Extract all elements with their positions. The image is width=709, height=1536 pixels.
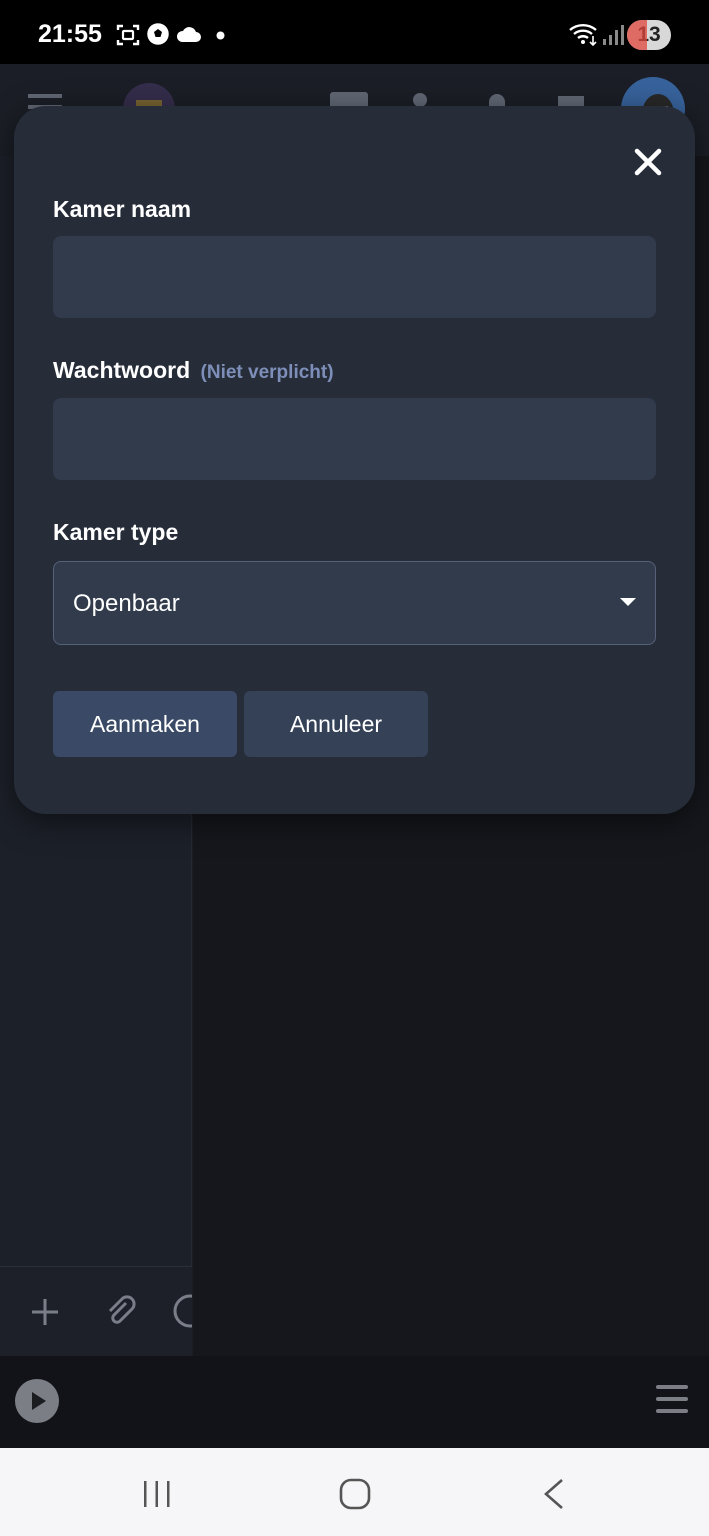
room-name-label: Kamer naam (53, 196, 192, 222)
chevron-down-icon (620, 598, 636, 606)
hamburger-menu-icon[interactable] (656, 1384, 690, 1414)
soccer-ball-icon (146, 22, 170, 46)
create-button[interactable]: Aanmaken (53, 691, 237, 757)
room-type-label: Kamer type (53, 519, 179, 545)
attachment-icon[interactable] (102, 1293, 138, 1329)
password-label: Wachtwoord (Niet verplicht) (53, 357, 334, 383)
create-room-modal: Kamer naam Wachtwoord (Niet verplicht) K… (14, 106, 695, 814)
home-icon[interactable] (339, 1478, 371, 1510)
dot-icon (216, 31, 225, 40)
room-type-select[interactable]: Openbaar (53, 561, 656, 645)
app-bottom-bar (0, 1356, 709, 1448)
password-input[interactable] (53, 398, 656, 480)
plus-icon[interactable] (30, 1297, 60, 1327)
emoji-icon[interactable] (172, 1293, 192, 1329)
close-icon[interactable] (628, 142, 668, 182)
password-optional-hint: (Niet verplicht) (200, 362, 334, 383)
message-composer (0, 1266, 192, 1356)
signal-icon (603, 25, 624, 45)
status-time: 21:55 (38, 20, 102, 48)
recent-apps-icon[interactable] (142, 1480, 172, 1508)
room-type-selected-value: Openbaar (73, 590, 180, 617)
notification-badge-accent (627, 20, 647, 50)
screenshot-icon (116, 24, 140, 46)
play-icon[interactable] (14, 1378, 60, 1424)
system-nav-bar (0, 1448, 709, 1536)
cloud-icon (176, 27, 201, 42)
wifi-icon (569, 24, 597, 46)
room-name-input[interactable] (53, 236, 656, 318)
cancel-button[interactable]: Annuleer (244, 691, 428, 757)
back-icon[interactable] (542, 1478, 566, 1510)
status-bar: 21:55 13 (0, 0, 709, 64)
